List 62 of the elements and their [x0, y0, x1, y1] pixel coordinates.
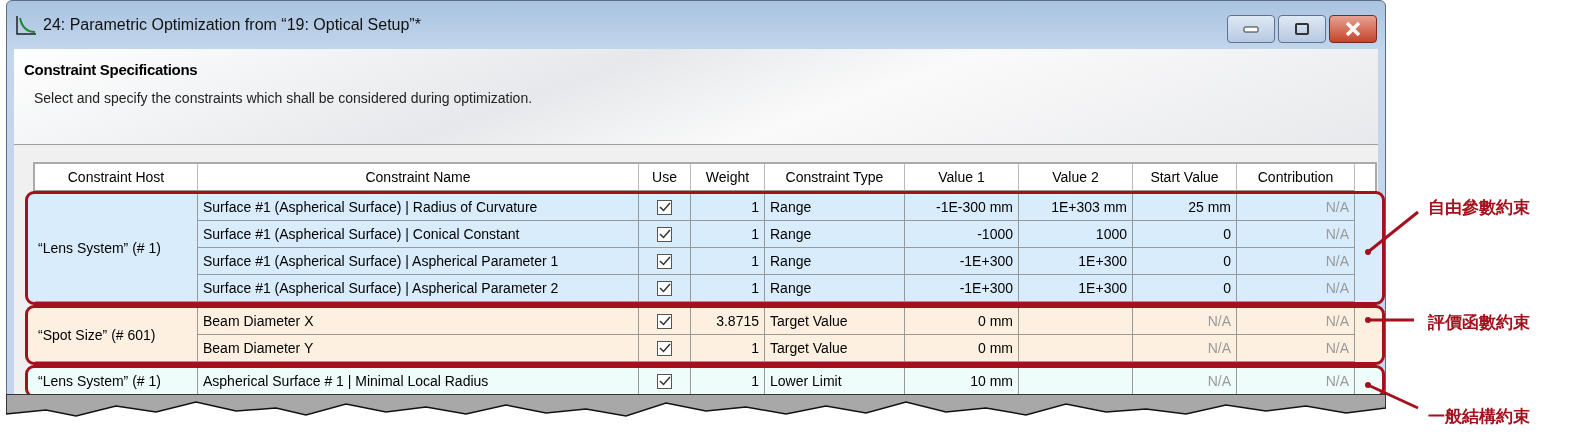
- table-cell: Surface #1 (Aspherical Surface) | Aspherical Parameter 1: [198, 248, 639, 275]
- close-icon: [1344, 21, 1362, 37]
- table-cell: 0: [1133, 221, 1237, 248]
- table-cell: 1: [691, 275, 765, 302]
- minimize-icon: [1243, 25, 1259, 33]
- table-cell: 0: [1133, 248, 1237, 275]
- table-cell: 0: [1133, 275, 1237, 302]
- minimize-button[interactable]: [1227, 15, 1275, 43]
- table-cell: 1E+303 mm: [1019, 194, 1133, 221]
- table-cell: N/A: [1237, 308, 1355, 335]
- table-cell: 1: [691, 248, 765, 275]
- table-cell: 1: [691, 221, 765, 248]
- table-cell: -1000: [905, 221, 1019, 248]
- checkbox[interactable]: [657, 253, 672, 269]
- checkbox[interactable]: [657, 373, 672, 389]
- close-button[interactable]: [1329, 15, 1377, 43]
- checkbox[interactable]: [657, 313, 672, 329]
- section-description: Select and specify the constraints which shall be considered during optimization.: [34, 90, 534, 106]
- section-title: Constraint Specifications: [24, 61, 199, 78]
- table-cell: Range: [765, 275, 905, 302]
- checkbox[interactable]: [657, 340, 672, 356]
- table-cell: Range: [765, 221, 905, 248]
- annotation-label: 評價函數約束: [1428, 312, 1530, 334]
- table-cell: Surface #1 (Aspherical Surface) | Radius of Curvature: [198, 194, 639, 221]
- table-cell: 1: [691, 194, 765, 221]
- table-cell: N/A: [1237, 221, 1355, 248]
- table-cell: Beam Diameter Y: [198, 335, 639, 362]
- checkbox[interactable]: [657, 199, 672, 215]
- annotation-label: 一般結構約束: [1428, 406, 1530, 428]
- checkbox[interactable]: [657, 280, 672, 296]
- chart-icon: [15, 14, 37, 36]
- table-cell: 1000: [1019, 221, 1133, 248]
- table-cell: -1E-300 mm: [905, 194, 1019, 221]
- table-cell: Target Value: [765, 335, 905, 362]
- table-cell: N/A: [1237, 275, 1355, 302]
- table-cell: 1: [691, 335, 765, 362]
- maximize-button[interactable]: [1278, 15, 1326, 43]
- table-cell: N/A: [1133, 335, 1237, 362]
- table-cell: Surface #1 (Aspherical Surface) | Aspherical Parameter 2: [198, 275, 639, 302]
- table-cell: 3.8715: [691, 308, 765, 335]
- table-cell: N/A: [1237, 335, 1355, 362]
- table-cell: 1E+300: [1019, 248, 1133, 275]
- checkbox[interactable]: [657, 226, 672, 242]
- table-cell: 0 mm: [905, 308, 1019, 335]
- table-cell: -1E+300: [905, 248, 1019, 275]
- annotation-label: 自由參數約束: [1428, 197, 1530, 219]
- window-title: 24: Parametric Optimization from “19: Optical Setup”*: [43, 16, 422, 34]
- table-cell: 25 mm: [1133, 194, 1237, 221]
- table-cell: 0 mm: [905, 335, 1019, 362]
- table-cell: Target Value: [765, 308, 905, 335]
- table-cell: Beam Diameter X: [198, 308, 639, 335]
- table-cell: N/A: [1237, 194, 1355, 221]
- table-cell: N/A: [1237, 248, 1355, 275]
- table-cell: Surface #1 (Aspherical Surface) | Conical Constant: [198, 221, 639, 248]
- table-cell: -1E+300: [905, 275, 1019, 302]
- maximize-icon: [1294, 22, 1310, 36]
- host-cell: “Spot Size” (# 601): [35, 308, 198, 362]
- table-cell: Range: [765, 194, 905, 221]
- table-cell: Range: [765, 248, 905, 275]
- table-cell: N/A: [1133, 308, 1237, 335]
- table-cell: 1E+300: [1019, 275, 1133, 302]
- host-cell: “Lens System” (# 1): [35, 194, 198, 302]
